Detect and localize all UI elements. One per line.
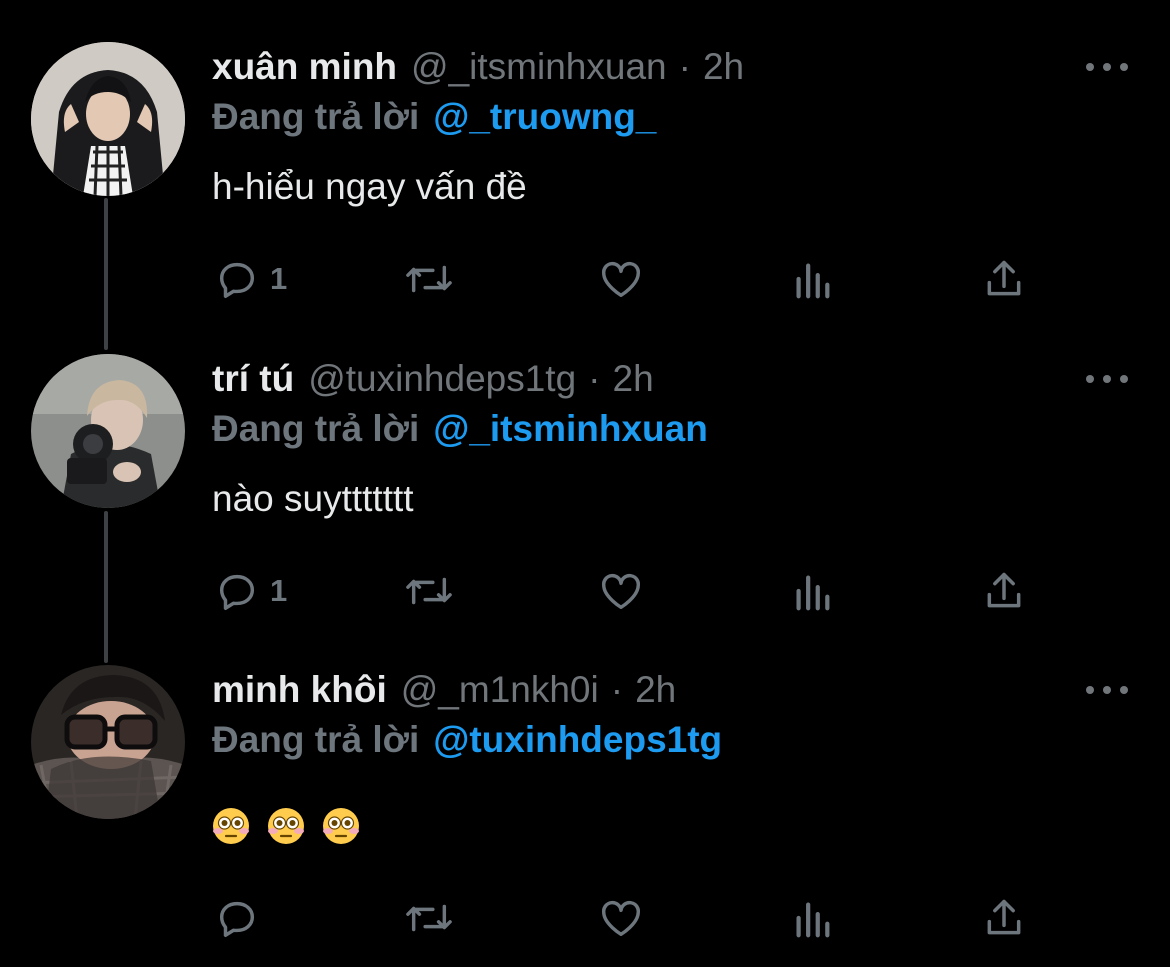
replying-to-handle[interactable]: @tuxinhdeps1tg	[433, 719, 722, 761]
timestamp[interactable]: 2h	[613, 358, 654, 400]
retweet-icon	[406, 577, 452, 605]
share-button[interactable]	[982, 254, 1026, 304]
action-bar: 1	[0, 254, 1170, 304]
user-handle[interactable]: @tuxinhdeps1tg	[308, 358, 576, 400]
analytics-icon	[796, 575, 830, 611]
retweet-icon	[406, 265, 452, 293]
replying-to-label: Đang trả lời	[212, 96, 420, 137]
like-button[interactable]	[598, 566, 644, 616]
flushed-face-emoji-icon	[323, 808, 359, 844]
timestamp[interactable]: 2h	[703, 46, 744, 88]
retweet-button[interactable]	[404, 566, 454, 616]
tweet[interactable]: minh khôi @_m1nkh0i · 2h Đang trả lời @t…	[0, 665, 1170, 955]
tweet-text: h-hiểu ngay vấn đề	[212, 166, 527, 207]
avatar[interactable]	[31, 354, 185, 508]
replying-to-label: Đang trả lời	[212, 719, 420, 760]
tweet[interactable]: trí tú @tuxinhdeps1tg · 2h Đang trả lời …	[0, 354, 1170, 624]
action-bar	[0, 893, 1170, 943]
reply-bubble-icon	[219, 901, 255, 937]
avatar[interactable]	[31, 665, 185, 819]
heart-icon	[602, 900, 640, 937]
more-dots-icon[interactable]	[1086, 368, 1128, 390]
tweet-header: trí tú @tuxinhdeps1tg · 2h	[212, 354, 654, 404]
display-name[interactable]: xuân minh	[212, 46, 397, 88]
replying-to-handle[interactable]: @_truowng_	[433, 96, 656, 138]
share-icon	[987, 899, 1021, 935]
user-handle[interactable]: @_itsminhxuan	[411, 46, 667, 88]
separator-dot: ·	[678, 46, 691, 87]
display-name[interactable]: trí tú	[212, 358, 294, 400]
analytics-icon	[796, 902, 830, 938]
more-dots-icon[interactable]	[1086, 679, 1128, 701]
retweet-icon	[406, 904, 452, 932]
display-name[interactable]: minh khôi	[212, 669, 387, 711]
tweet[interactable]: xuân minh @_itsminhxuan · 2h Đang trả lờ…	[0, 42, 1170, 312]
reply-bubble-icon	[219, 262, 255, 298]
share-button[interactable]	[982, 566, 1026, 616]
replying-to-label: Đang trả lời	[212, 408, 420, 449]
timestamp[interactable]: 2h	[635, 669, 676, 711]
analytics-button[interactable]	[792, 893, 832, 943]
action-bar: 1	[0, 566, 1170, 616]
share-icon	[987, 572, 1021, 608]
replying-to: Đang trả lời @tuxinhdeps1tg	[212, 715, 722, 765]
tweet-header: minh khôi @_m1nkh0i · 2h	[212, 665, 676, 715]
profile-photo-hooded-person-icon	[31, 42, 185, 196]
reply-count: 1	[270, 261, 288, 296]
replying-to: Đang trả lời @_truowng_	[212, 92, 656, 142]
replying-to-handle[interactable]: @_itsminhxuan	[433, 408, 708, 450]
reply-count: 1	[270, 573, 288, 608]
heart-icon	[602, 573, 640, 610]
retweet-button[interactable]	[404, 893, 454, 943]
profile-photo-person-with-camera-icon	[31, 354, 185, 508]
flushed-face-emoji-icon	[213, 808, 249, 844]
more-dots-icon[interactable]	[1086, 56, 1128, 78]
analytics-button[interactable]	[792, 254, 832, 304]
tweet-emojis	[212, 807, 360, 845]
heart-icon	[602, 261, 640, 298]
replying-to: Đang trả lời @_itsminhxuan	[212, 404, 708, 454]
reply-button[interactable]	[214, 893, 260, 943]
tweet-header: xuân minh @_itsminhxuan · 2h	[212, 42, 744, 92]
separator-dot: ·	[610, 669, 624, 710]
like-button[interactable]	[598, 893, 644, 943]
analytics-button[interactable]	[792, 566, 832, 616]
share-icon	[987, 260, 1021, 296]
reply-button[interactable]: 1	[214, 254, 287, 304]
reply-bubble-icon	[219, 574, 255, 610]
share-button[interactable]	[982, 893, 1026, 943]
tweet-text: nào suyttttttt	[212, 478, 414, 519]
flushed-face-emoji-icon	[268, 808, 304, 844]
profile-photo-person-with-glasses-icon	[31, 665, 185, 819]
reply-button[interactable]: 1	[214, 566, 287, 616]
retweet-button[interactable]	[404, 254, 454, 304]
analytics-icon	[796, 263, 830, 299]
user-handle[interactable]: @_m1nkh0i	[401, 669, 599, 711]
separator-dot: ·	[588, 358, 601, 399]
like-button[interactable]	[598, 254, 644, 304]
avatar[interactable]	[31, 42, 185, 196]
